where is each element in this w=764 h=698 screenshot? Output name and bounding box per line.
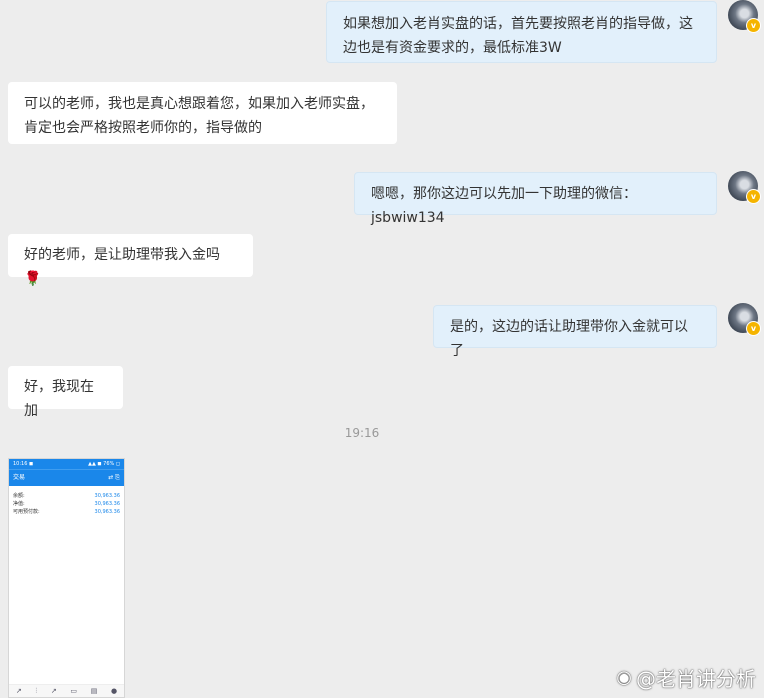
image-message-screenshot[interactable]: 10:16 ◼ ▲▲ ◼ 76% ◻ 交易 ⇄ ⎘ 余额: 30,963.36 … — [8, 458, 125, 698]
verified-badge-icon: v — [746, 321, 761, 336]
account-row: 净值: 30,963.36 — [9, 500, 124, 508]
message-timestamp: 19:16 — [344, 426, 380, 440]
chat-message-outgoing: 嗯嗯，那你这边可以先加一下助理的微信：jsbwiw134 — [354, 172, 717, 226]
weibo-watermark: ◉ @老肖讲分析 — [616, 663, 756, 692]
row-value: 30,963.36 — [94, 501, 120, 507]
verified-badge-icon: v — [746, 189, 761, 204]
message-text: 好的老师，是让助理带我入金吗🌹 — [24, 247, 220, 287]
row-label: 可用预付款: — [13, 509, 40, 515]
chat-message-incoming: 好的老师，是让助理带我入金吗🌹 — [8, 234, 253, 287]
chat-message-outgoing: 如果想加入老肖实盘的话，首先要按照老肖的指导做，这边也是有资金要求的，最低标准3… — [326, 1, 717, 63]
avatar[interactable]: v — [728, 303, 761, 336]
row-label: 净值: — [13, 501, 25, 507]
message-text: 可以的老师，我也是真心想跟着您，如果加入老师实盘，肯定也会严格按照老师你的，指导… — [24, 96, 374, 136]
message-text: 如果想加入老肖实盘的话，首先要按照老肖的指导做，这边也是有资金要求的，最低标准3… — [343, 16, 693, 56]
chat-message-incoming: 可以的老师，我也是真心想跟着您，如果加入老师实盘，肯定也会严格按照老师你的，指导… — [8, 82, 397, 144]
app-bottom-nav: ↗ ⫶ ↗ ▭ ▤ ● — [9, 684, 124, 697]
row-value: 30,963.36 — [94, 509, 120, 515]
nav-icon: ● — [111, 687, 118, 695]
avatar[interactable]: v — [728, 0, 761, 33]
row-value: 30,963.36 — [94, 493, 120, 499]
title-icons: ⇄ ⎘ — [108, 474, 120, 481]
nav-icon: ↗ — [15, 687, 22, 695]
status-right: ▲▲ ◼ 76% ◻ — [88, 461, 120, 467]
message-text: 好，我现在加 — [24, 379, 94, 419]
account-row: 可用预付款: 30,963.36 — [9, 508, 124, 516]
avatar[interactable]: v — [728, 171, 761, 204]
chat-message-outgoing: 是的，这边的话让助理带你入金就可以了 — [433, 305, 717, 359]
message-text: 嗯嗯，那你这边可以先加一下助理的微信：jsbwiw134 — [371, 186, 637, 226]
phone-status-bar: 10:16 ◼ ▲▲ ◼ 76% ◻ — [9, 459, 124, 469]
status-left: 10:16 ◼ — [13, 461, 34, 467]
row-label: 余额: — [13, 493, 25, 499]
app-title-bar: 交易 ⇄ ⎘ — [9, 469, 124, 486]
message-text: 是的，这边的话让助理带你入金就可以了 — [450, 319, 688, 359]
nav-icon: ▭ — [70, 687, 78, 695]
verified-badge-icon: v — [746, 18, 761, 33]
nav-icon: ⫶ — [35, 686, 38, 695]
weibo-icon: ◉ — [616, 667, 632, 688]
nav-icon: ▤ — [90, 687, 98, 695]
chat-message-incoming: 好，我现在加 — [8, 366, 123, 419]
app-title: 交易 — [13, 474, 26, 481]
watermark-text: @老肖讲分析 — [636, 667, 756, 691]
nav-icon: ↗ — [50, 687, 57, 695]
account-row: 余额: 30,963.36 — [9, 492, 124, 500]
